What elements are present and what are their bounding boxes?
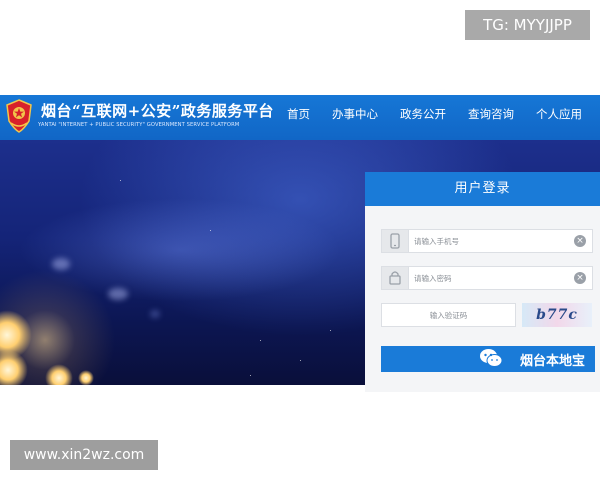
phone-input[interactable] [414,230,564,252]
watermark: www.xin2wz.com [10,440,158,470]
city-light [45,364,73,385]
password-input[interactable] [414,267,564,289]
clear-icon[interactable]: × [574,235,586,247]
city-light [0,350,28,385]
star [330,330,331,331]
star [300,360,301,361]
police-emblem-icon [6,99,32,133]
tg-badge: TG: MYYJJPP [465,10,590,40]
city-light [78,370,94,385]
main-nav: 首页 办事中心 政务公开 查询咨询 个人应用 [287,95,600,140]
bokeh-light [150,310,160,318]
top-bar: 烟台“互联网+公安”政务服务平台 YANTAI "INTERNET + PUBL… [0,95,600,140]
site-subtitle: YANTAI "INTERNET + PUBLIC SECURITY" GOVE… [38,122,240,128]
star [210,230,211,231]
password-field[interactable]: × [381,266,593,290]
nav-item-personal-apps[interactable]: 个人应用 [536,95,582,140]
captcha-image[interactable]: b77c [522,303,592,327]
captcha-input[interactable] [381,303,516,327]
clear-icon[interactable]: × [574,272,586,284]
nav-item-service-center[interactable]: 办事中心 [332,95,378,140]
lock-icon [382,267,409,289]
login-title: 用户登录 [365,172,600,206]
star [120,180,121,181]
star [250,375,251,376]
phone-field[interactable]: × [381,229,593,253]
bokeh-light [108,288,128,300]
nav-item-inquiry[interactable]: 查询咨询 [468,95,514,140]
phone-icon [382,230,409,252]
star [260,340,261,341]
bokeh-light [52,258,70,270]
nav-item-public-affairs[interactable]: 政务公开 [400,95,446,140]
site-title: 烟台“互联网+公安”政务服务平台 [41,102,274,120]
nav-item-home[interactable]: 首页 [287,95,310,140]
wechat-icon [480,349,503,367]
